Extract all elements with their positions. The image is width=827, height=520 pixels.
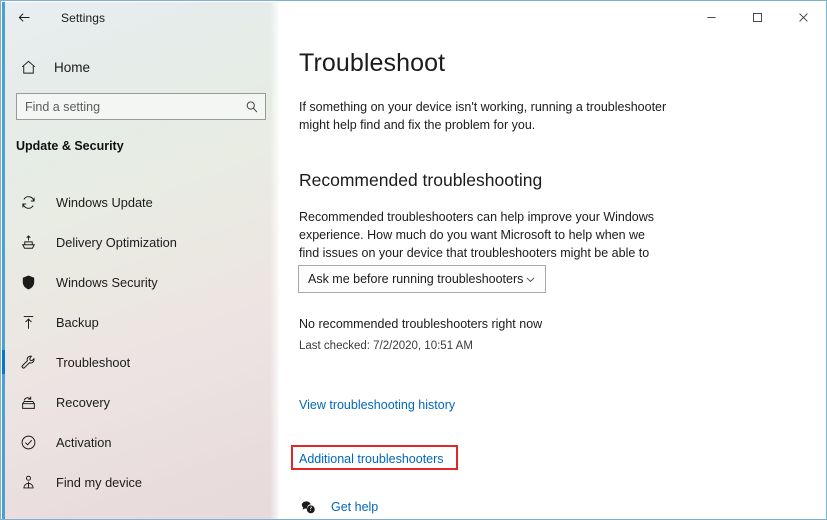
page-description: If something on your device isn't workin… <box>299 100 667 132</box>
status-primary: No recommended troubleshooters right now <box>299 317 543 331</box>
close-button[interactable] <box>780 1 826 33</box>
sidebar-item-label: Backup <box>56 314 99 330</box>
sidebar-item-windows-update[interactable]: Windows Update <box>2 182 279 222</box>
dropdown-selected-value: Ask me before running troubleshooters <box>308 272 524 286</box>
sidebar-item-label: Windows Security <box>56 274 158 290</box>
backup-upload-icon <box>16 314 40 331</box>
sidebar-item-windows-security[interactable]: Windows Security <box>2 262 279 302</box>
recovery-icon <box>16 394 40 411</box>
sidebar-item-label: Activation <box>56 434 112 450</box>
window-controls <box>688 1 826 33</box>
sidebar-item-backup[interactable]: Backup <box>2 302 279 342</box>
wrench-icon <box>16 354 40 371</box>
sidebar-item-label: Delivery Optimization <box>56 234 177 250</box>
sidebar-item-label: Troubleshoot <box>56 354 131 370</box>
sidebar: Home Update & Security <box>2 2 279 519</box>
sidebar-nav: Windows Update Delivery Optimization Win… <box>2 182 279 502</box>
maximize-button[interactable] <box>734 1 780 33</box>
sidebar-item-home[interactable]: Home <box>14 52 264 82</box>
get-help-label[interactable]: Get help <box>331 500 378 514</box>
status-last-checked: Last checked: 7/2/2020, 10:51 AM <box>299 340 473 352</box>
help-bubble-icon <box>299 500 317 515</box>
sidebar-item-label: Find my device <box>56 474 143 490</box>
check-circle-icon <box>16 434 40 451</box>
get-help-row[interactable]: Get help <box>299 497 378 517</box>
sidebar-item-activation[interactable]: Activation <box>2 422 279 462</box>
main-content: Troubleshoot If something on your device… <box>279 2 826 519</box>
sidebar-item-label: Windows Update <box>56 194 153 210</box>
search-box[interactable] <box>16 93 266 120</box>
search-input[interactable] <box>17 94 239 119</box>
link-view-troubleshooting-history[interactable]: View troubleshooting history <box>299 398 455 412</box>
back-button[interactable] <box>1 2 47 34</box>
minimize-button[interactable] <box>688 1 734 33</box>
sidebar-home-label: Home <box>54 59 91 75</box>
sidebar-group-title: Update & Security <box>16 139 124 153</box>
app-title: Settings <box>61 10 106 25</box>
section-title-recommended-troubleshooting: Recommended troubleshooting <box>299 170 543 190</box>
recommended-troubleshooting-dropdown[interactable]: Ask me before running troubleshooters <box>298 265 546 293</box>
sidebar-item-find-my-device[interactable]: Find my device <box>2 462 279 502</box>
shield-icon <box>16 274 40 291</box>
sidebar-item-troubleshoot[interactable]: Troubleshoot <box>2 342 279 382</box>
sidebar-item-delivery-optimization[interactable]: Delivery Optimization <box>2 222 279 262</box>
home-icon <box>14 59 42 76</box>
link-additional-troubleshooters[interactable]: Additional troubleshooters <box>299 452 444 466</box>
title-bar: Settings <box>1 1 826 34</box>
person-locator-icon <box>16 474 40 491</box>
upload-box-icon <box>16 234 40 251</box>
settings-window: Home Update & Security <box>0 0 827 520</box>
sync-refresh-icon <box>16 194 40 211</box>
sidebar-item-recovery[interactable]: Recovery <box>2 382 279 422</box>
sidebar-item-label: Recovery <box>56 394 111 410</box>
search-icon[interactable] <box>239 100 265 114</box>
chevron-down-icon <box>523 274 537 285</box>
page-title: Troubleshoot <box>299 49 446 77</box>
